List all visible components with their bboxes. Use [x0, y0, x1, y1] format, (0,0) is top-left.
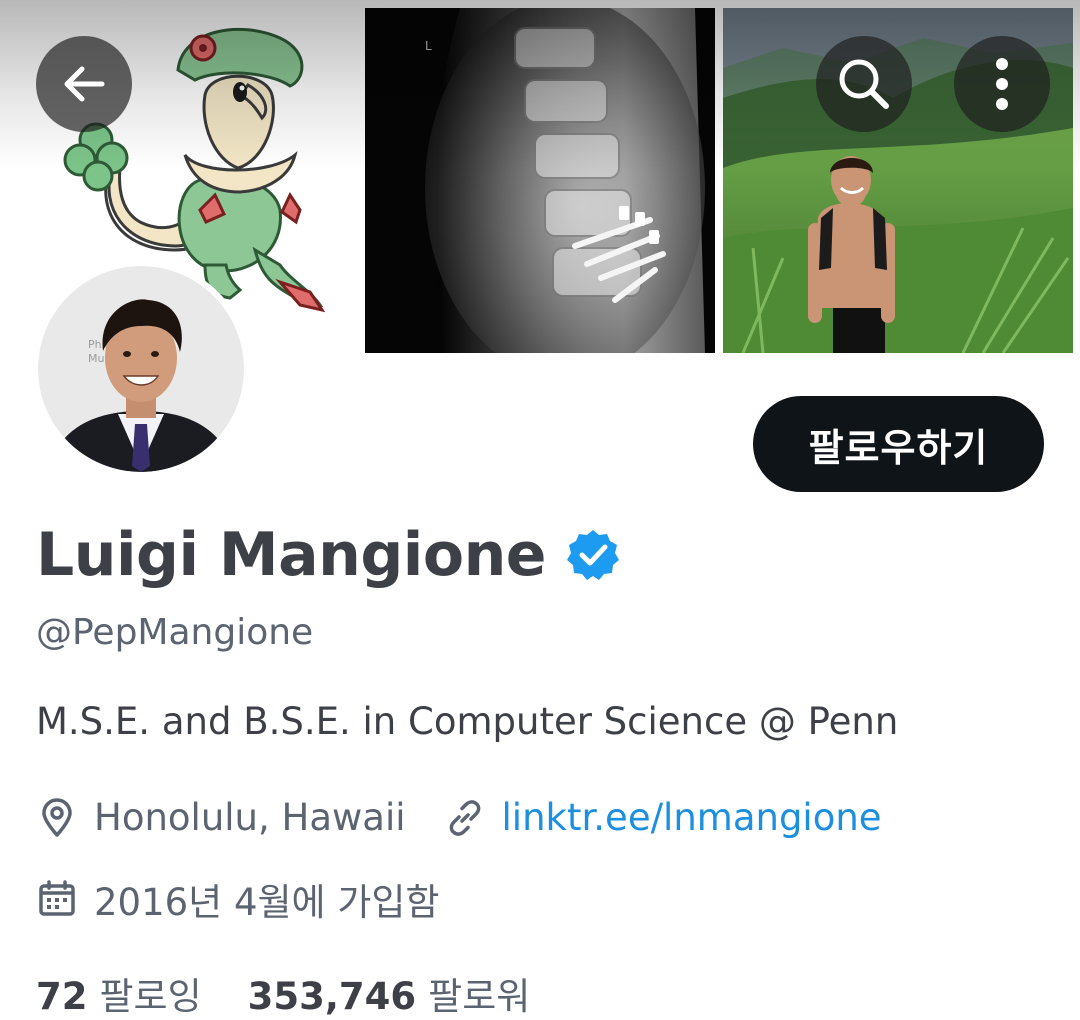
website-link[interactable]: linktr.ee/lnmangione — [502, 796, 882, 839]
location-pin-icon — [42, 797, 72, 837]
joined-date-text: 2016년 4월에 가입함 — [94, 881, 440, 924]
back-button[interactable] — [36, 36, 132, 132]
more-vertical-icon — [996, 58, 1008, 110]
follow-stats: 72 팔로잉 353,746 팔로워 — [36, 966, 530, 1020]
location-text: Honolulu, Hawaii — [94, 796, 406, 839]
followers-count: 353,746 — [247, 975, 417, 1018]
profile-page: L Muse 팔로우하기 Luigi Mangione @PepMangione… — [0, 0, 1080, 1020]
profile-meta-location-website: Honolulu, Hawaii linktr.ee/lnmangione — [36, 796, 882, 839]
svg-text:L: L — [425, 39, 432, 53]
following-count: 72 — [36, 975, 88, 1018]
following-label: 팔로잉 — [99, 975, 202, 1018]
calendar-icon — [39, 880, 75, 916]
search-icon — [839, 59, 889, 109]
bio-text: M.S.E. and B.S.E. in Computer Science @ … — [36, 700, 899, 743]
display-name-row: Luigi Mangione — [36, 520, 620, 590]
verified-badge-icon[interactable] — [566, 528, 620, 582]
profile-meta-joined: 2016년 4월에 가입함 — [36, 872, 439, 926]
followers-stat[interactable]: 353,746 팔로워 — [248, 966, 531, 1020]
display-name: Luigi Mangione — [36, 520, 546, 590]
more-options-button[interactable] — [954, 36, 1050, 132]
followers-label: 팔로워 — [428, 975, 531, 1018]
search-button[interactable] — [816, 36, 912, 132]
arrow-left-icon — [64, 66, 105, 102]
user-handle: @PepMangione — [36, 612, 314, 653]
avatar[interactable]: Philad Muse — [32, 260, 250, 478]
link-icon — [449, 799, 480, 836]
follow-button[interactable]: 팔로우하기 — [753, 396, 1044, 492]
banner-photo-xray: L — [365, 8, 715, 353]
following-stat[interactable]: 72 팔로잉 — [36, 966, 202, 1020]
